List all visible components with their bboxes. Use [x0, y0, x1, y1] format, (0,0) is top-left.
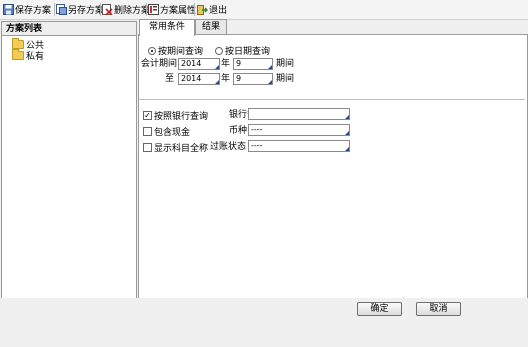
save-scheme-button[interactable]: 保存方案: [3, 2, 51, 17]
exit-button[interactable]: 退出: [197, 2, 227, 17]
scheme-properties-label: 方案属性: [160, 6, 197, 16]
folder-icon: [12, 49, 24, 60]
to-year-input[interactable]: 2014: [178, 73, 220, 85]
checkbox-icon: [143, 143, 152, 152]
by-bank-checkbox[interactable]: ✓ 按照银行查询: [143, 109, 208, 122]
exit-icon: [197, 4, 208, 15]
save-scheme-label: 保存方案: [15, 6, 52, 16]
toolbar-separator: [194, 3, 195, 16]
dropdown-corner-icon: [345, 147, 349, 151]
posting-status-select[interactable]: ----: [248, 140, 350, 152]
scheme-properties-button[interactable]: 方案属性: [148, 2, 196, 17]
by-period-label: 按期间查询: [158, 47, 204, 57]
include-cash-label: 包含现金: [154, 128, 191, 138]
period-unit-label: 期间: [276, 59, 295, 69]
year-unit-label: 年: [221, 59, 231, 69]
posting-status-label: 过账状态: [210, 142, 247, 152]
accounting-period-label: 会计期间: [141, 59, 178, 69]
bank-input[interactable]: [248, 108, 350, 120]
save-icon: [3, 4, 14, 15]
ok-button[interactable]: 确定: [357, 302, 402, 316]
folder-icon: [12, 38, 24, 49]
posting-status-value: ----: [251, 141, 263, 150]
from-period-value: 9: [236, 59, 242, 68]
cancel-label: 取消: [429, 304, 448, 314]
tree-item-private[interactable]: 私有: [12, 49, 45, 62]
dropdown-corner-icon: [345, 131, 349, 135]
by-date-radio[interactable]: 按日期查询: [215, 44, 270, 57]
tab-common-conditions[interactable]: 常用条件: [139, 19, 195, 36]
scheme-list-panel: 方案列表 公共 私有: [1, 21, 137, 299]
save-as-icon: [56, 4, 67, 15]
period-unit-label: 期间: [276, 74, 295, 84]
spinner-corner-icon: [268, 65, 272, 69]
toolbar: 保存方案 另存方案 删除方案 方案属性 退出: [0, 0, 528, 20]
checkbox-icon: [143, 127, 152, 136]
by-bank-label: 按照银行查询: [154, 112, 209, 122]
dropdown-corner-icon: [345, 115, 349, 119]
from-year-input[interactable]: 2014: [178, 58, 220, 70]
to-period-input[interactable]: 9: [233, 73, 273, 85]
from-year-value: 2014: [181, 59, 202, 68]
ok-label: 确定: [370, 304, 389, 314]
delete-icon: [102, 4, 113, 16]
delete-scheme-label: 删除方案: [114, 6, 151, 16]
checkbox-checked-icon: ✓: [143, 111, 152, 120]
exit-label: 退出: [209, 6, 228, 16]
show-full-subject-checkbox[interactable]: 显示科目全称: [143, 141, 208, 154]
spinner-corner-icon: [215, 65, 219, 69]
include-cash-checkbox[interactable]: 包含现金: [143, 125, 190, 138]
year-unit-label: 年: [221, 74, 231, 84]
toolbar-separator: [146, 3, 147, 16]
tab-results[interactable]: 结果: [195, 19, 227, 35]
currency-select[interactable]: ----: [248, 124, 350, 136]
radio-indicator: [215, 46, 223, 55]
cancel-button[interactable]: 取消: [416, 302, 461, 316]
bank-label-text: 银行: [229, 110, 248, 120]
tab-label: 常用条件: [148, 22, 185, 32]
spinner-corner-icon: [215, 80, 219, 84]
to-label: 至: [165, 74, 175, 84]
delete-scheme-button[interactable]: 删除方案: [102, 2, 150, 17]
to-year-value: 2014: [181, 74, 202, 83]
by-date-label: 按日期查询: [225, 47, 271, 57]
radio-indicator: [148, 46, 156, 55]
toolbar-separator: [54, 3, 55, 16]
tab-label: 结果: [201, 22, 220, 32]
tree-item-label: 私有: [26, 52, 45, 62]
save-as-scheme-button[interactable]: 另存方案: [56, 2, 104, 17]
toolbar-separator: [100, 3, 101, 16]
scheme-list-title: 方案列表: [2, 22, 136, 36]
section-divider: [139, 99, 525, 100]
spinner-corner-icon: [268, 80, 272, 84]
by-period-radio[interactable]: 按期间查询: [148, 44, 203, 57]
currency-value: ----: [251, 125, 263, 134]
from-period-input[interactable]: 9: [233, 58, 273, 70]
currency-label: 币种: [229, 126, 248, 136]
save-as-scheme-label: 另存方案: [68, 6, 105, 16]
properties-icon: [148, 4, 159, 15]
to-period-value: 9: [236, 74, 242, 83]
show-full-subject-label: 显示科目全称: [154, 144, 209, 154]
